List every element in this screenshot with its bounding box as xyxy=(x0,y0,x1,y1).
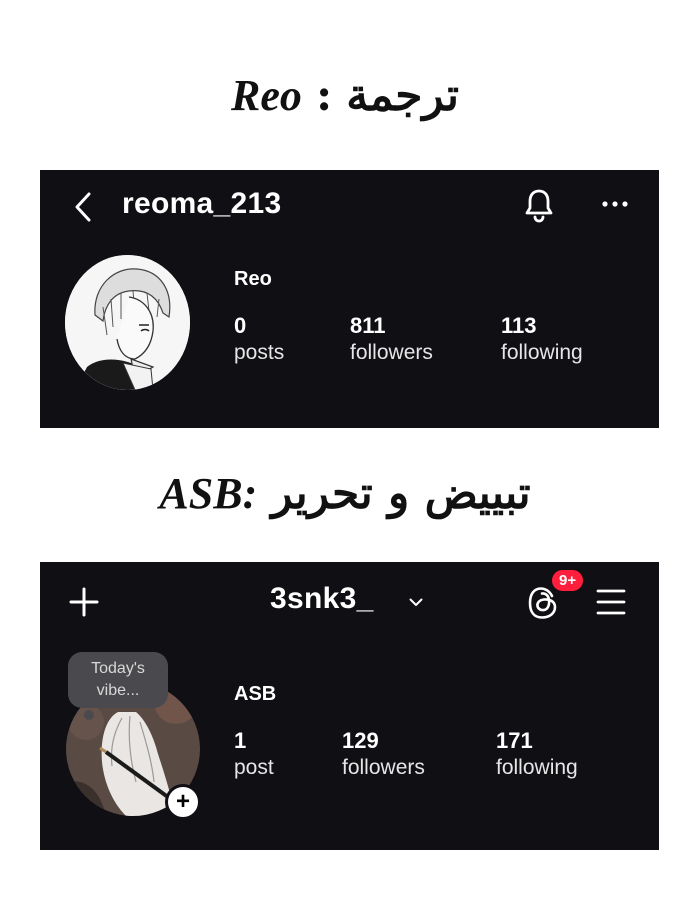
profile-display-name: Reo xyxy=(234,268,272,290)
stat-posts-value: 0 xyxy=(234,313,247,338)
back-chevron-icon[interactable] xyxy=(68,190,98,224)
heading-arabic: تبييض و تحرير xyxy=(271,468,531,519)
profile-display-name: ASB xyxy=(234,683,277,705)
stat-following[interactable]: 113 following xyxy=(501,313,583,367)
profile-card-asb: 3snk3_ 9+ Today's vibe... + ASB 1 post 1… xyxy=(40,562,659,850)
avatar[interactable] xyxy=(65,255,190,390)
heading-arabic: ترجمة xyxy=(346,70,459,121)
profile-card-reo: reoma_213 Reo 0 posts 811 followers 113 … xyxy=(40,170,659,428)
heading-cleaning-editing: ASB: تبييض و تحرير xyxy=(0,468,690,538)
heading-separator: : xyxy=(315,70,333,121)
stat-posts[interactable]: 0 posts xyxy=(234,313,284,367)
heading-translation: Reo : ترجمة xyxy=(0,70,690,140)
stat-following[interactable]: 171 following xyxy=(496,728,578,782)
profile-username[interactable]: 3snk3_ xyxy=(270,582,374,616)
stat-following-value: 171 xyxy=(496,728,533,753)
stat-posts-label: posts xyxy=(234,341,285,364)
stat-following-value: 113 xyxy=(501,313,537,338)
chevron-down-icon[interactable] xyxy=(406,592,426,612)
add-story-plus-icon[interactable]: + xyxy=(165,784,201,820)
stat-posts-label: post xyxy=(234,756,274,779)
stat-followers[interactable]: 129 followers xyxy=(342,728,425,782)
heading-latin: Reo xyxy=(231,71,302,120)
note-bubble[interactable]: Today's vibe... xyxy=(68,652,168,708)
plus-icon[interactable] xyxy=(66,584,102,620)
stat-followers[interactable]: 811 followers xyxy=(350,313,433,367)
more-icon[interactable] xyxy=(599,194,631,214)
stat-posts[interactable]: 1 post xyxy=(234,728,274,782)
stat-followers-value: 811 xyxy=(350,313,386,338)
profile-username: reoma_213 xyxy=(122,187,282,220)
stat-followers-label: followers xyxy=(342,756,425,779)
stat-posts-value: 1 xyxy=(234,728,247,753)
stat-following-label: following xyxy=(496,756,578,779)
notification-badge: 9+ xyxy=(550,568,586,593)
hamburger-menu-icon[interactable] xyxy=(593,584,629,620)
bell-icon[interactable] xyxy=(521,187,557,225)
stat-following-label: following xyxy=(501,341,583,364)
stat-followers-value: 129 xyxy=(342,728,379,753)
note-bubble-tail xyxy=(84,710,94,720)
heading-latin: ASB: xyxy=(159,469,258,518)
stat-followers-label: followers xyxy=(350,341,433,364)
